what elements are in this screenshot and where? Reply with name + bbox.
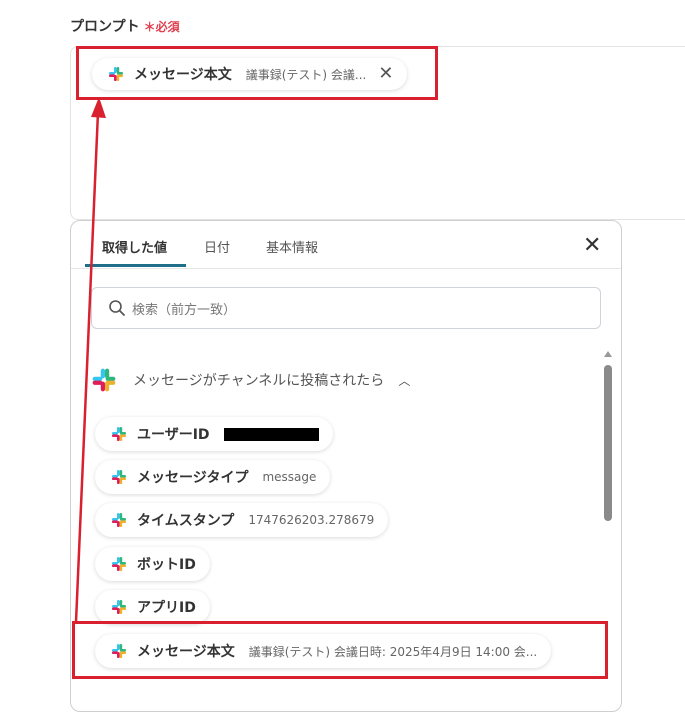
item-value: 1747626203.278679 (248, 513, 375, 527)
slack-icon (111, 469, 127, 485)
tab-bar: 取得した値 日付 基本情報 (71, 221, 621, 269)
item-value: message (262, 470, 317, 484)
scroll-up-arrow[interactable] (604, 351, 612, 357)
section-header[interactable]: メッセージがチャンネルに投稿されたら ︿ (91, 367, 410, 393)
slack-icon (111, 512, 127, 528)
list-item[interactable]: タイムスタンプ 1747626203.278679 (95, 503, 389, 537)
active-tab-indicator (85, 264, 186, 267)
item-key: ユーザーID (137, 427, 210, 443)
item-key: タイムスタンプ (137, 513, 235, 529)
field-label-text: プロンプト (70, 19, 140, 35)
tab-basic-info[interactable]: 基本情報 (266, 237, 318, 256)
slack-icon (91, 367, 117, 393)
search-input[interactable]: 検索（前方一致） (91, 287, 601, 329)
list-item[interactable]: メッセージタイプ message (95, 460, 331, 494)
required-mark: ＊ (143, 20, 156, 34)
highlight-box-prompt (76, 46, 438, 100)
tab-acquired-values[interactable]: 取得した値 (102, 237, 167, 256)
search-placeholder: 検索（前方一致） (132, 302, 237, 318)
redacted-value (223, 427, 319, 441)
item-key: メッセージタイプ (137, 470, 249, 486)
list-item[interactable]: アプリID (95, 590, 210, 624)
required-text: 必須 (155, 20, 180, 34)
scrollbar-thumb[interactable] (604, 365, 612, 521)
item-key: ボットID (137, 557, 196, 573)
tab-date[interactable]: 日付 (204, 237, 230, 256)
chevron-up-icon: ︿ (398, 373, 411, 388)
list-item[interactable]: ボットID (95, 547, 210, 581)
list-item[interactable]: ユーザーID (95, 417, 333, 451)
slack-icon (111, 599, 127, 615)
highlight-box-item (72, 621, 608, 679)
close-icon[interactable]: ✕ (583, 235, 601, 257)
slack-icon (111, 556, 127, 572)
section-title: メッセージがチャンネルに投稿されたら (133, 373, 385, 389)
required-indicator: ＊必須 (144, 20, 180, 34)
slack-icon (111, 426, 127, 442)
search-icon (109, 300, 125, 316)
item-key: アプリID (137, 600, 196, 616)
field-label: プロンプト ＊必須 (70, 16, 180, 36)
